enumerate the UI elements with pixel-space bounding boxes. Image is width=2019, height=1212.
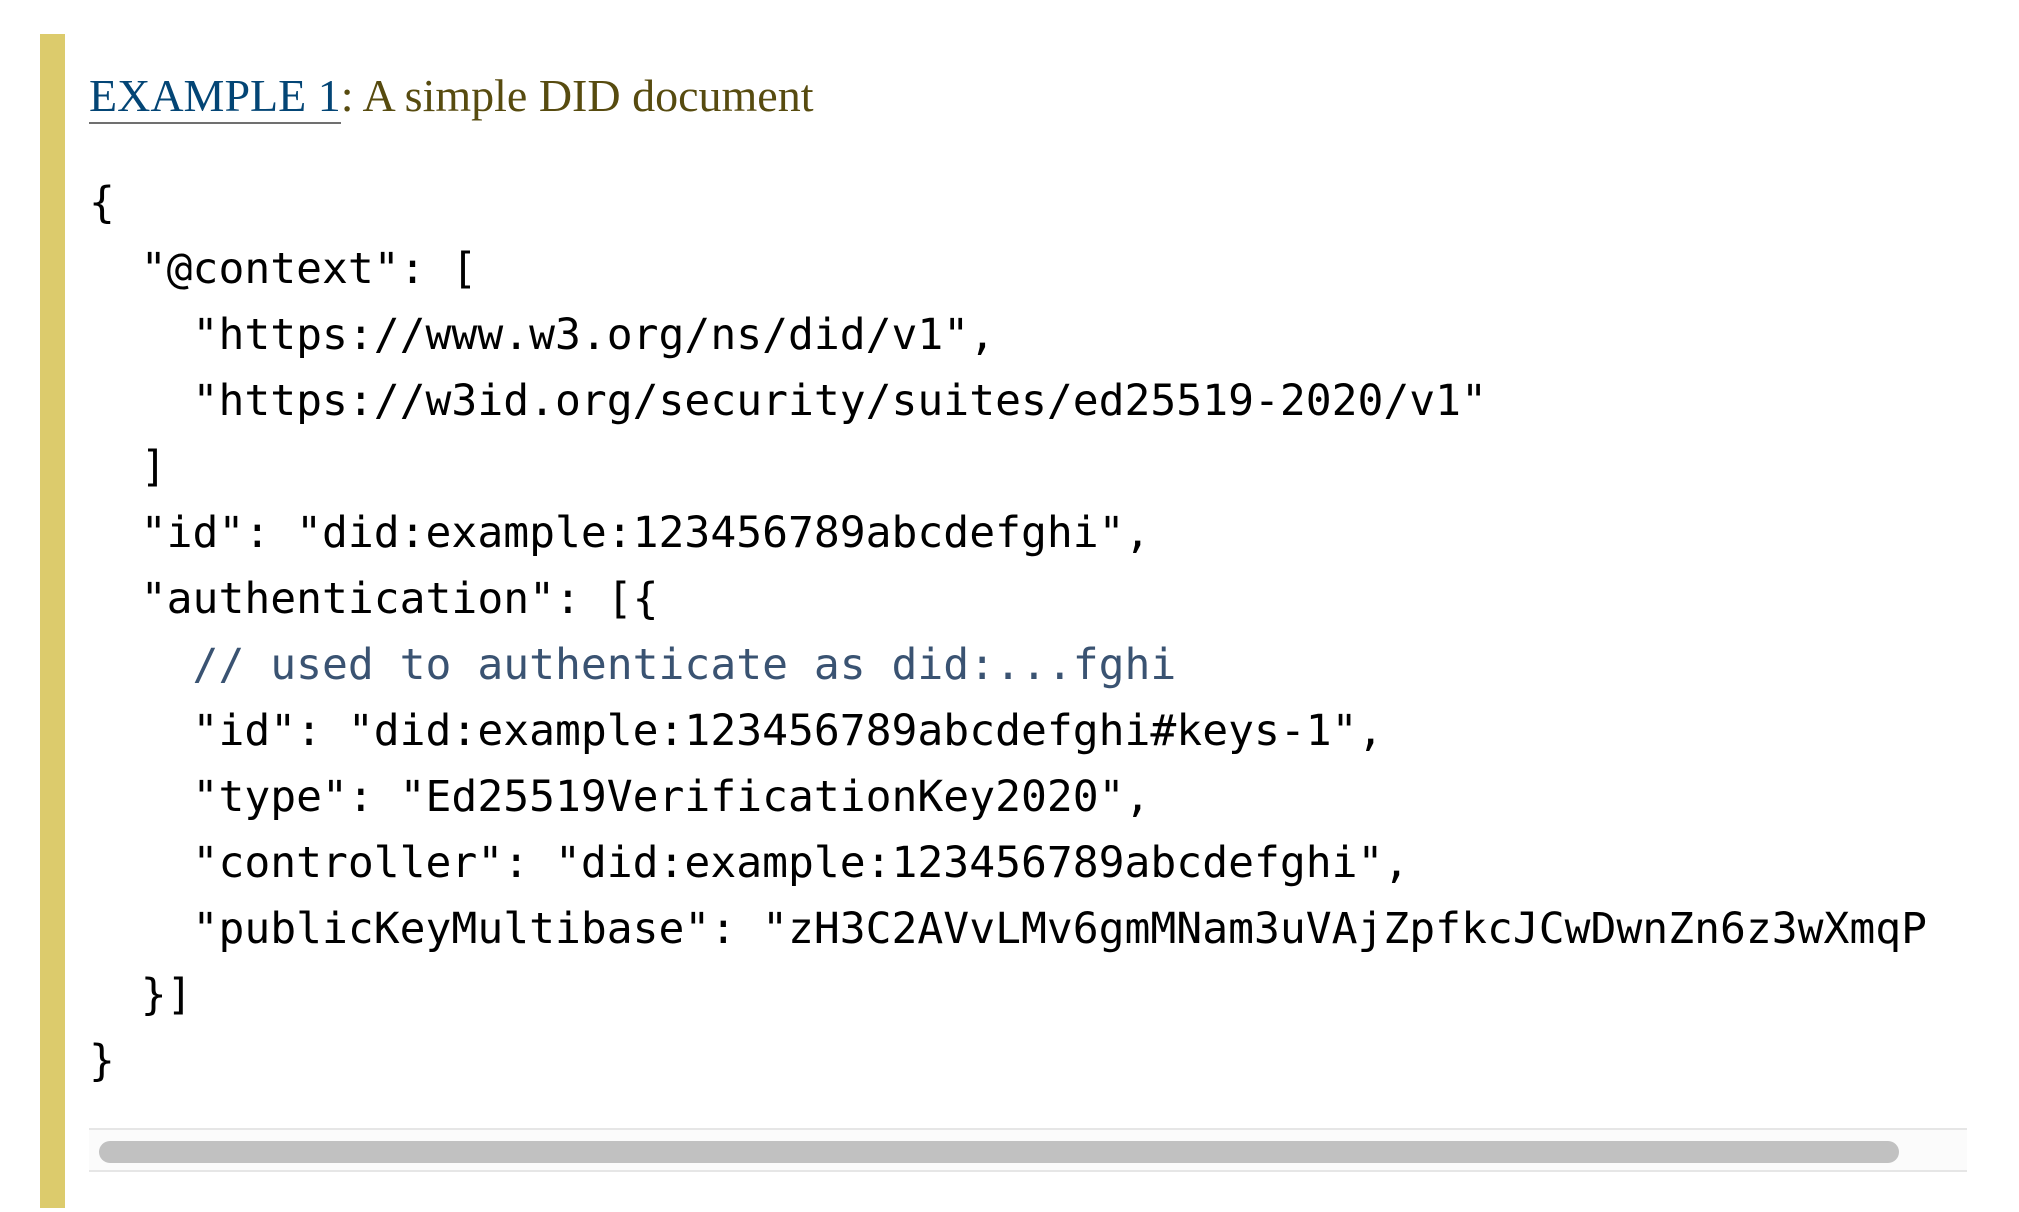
example-title-text: A simple DID document (362, 70, 814, 121)
example-heading: EXAMPLE 1: A simple DID document (89, 64, 813, 128)
code-line: "authentication": [{ (89, 574, 659, 624)
horizontal-scrollbar[interactable] (89, 1128, 1967, 1172)
code-line: } (89, 1036, 115, 1086)
code-line: ] (89, 442, 167, 492)
code-line: "publicKeyMultibase": "zH3C2AVvLMv6gmMNa… (89, 904, 1928, 954)
code-comment-line: // used to authenticate as did:...fghi (89, 640, 1177, 690)
code-line: "https://www.w3.org/ns/did/v1", (89, 310, 996, 360)
code-line: "id": "did:example:123456789abcdefghi", (89, 508, 1151, 558)
code-line: "type": "Ed25519VerificationKey2020", (89, 772, 1151, 822)
code-line: { (89, 178, 115, 228)
code-viewport[interactable]: { "@context": [ "https://www.w3.org/ns/d… (89, 170, 1967, 1122)
code-line: "https://w3id.org/security/suites/ed2551… (89, 376, 1487, 426)
code-block: { "@context": [ "https://www.w3.org/ns/d… (89, 170, 1967, 1094)
title-separator: : (340, 70, 363, 121)
example-block: EXAMPLE 1: A simple DID document { "@con… (40, 34, 1970, 1208)
code-line: "id": "did:example:123456789abcdefghi#ke… (89, 706, 1384, 756)
example-number-link[interactable]: EXAMPLE 1 (89, 70, 341, 124)
code-line: "@context": [ (89, 244, 478, 294)
code-line: }] (89, 970, 193, 1020)
scrollbar-thumb[interactable] (99, 1141, 1899, 1163)
code-line: "controller": "did:example:123456789abcd… (89, 838, 1410, 888)
